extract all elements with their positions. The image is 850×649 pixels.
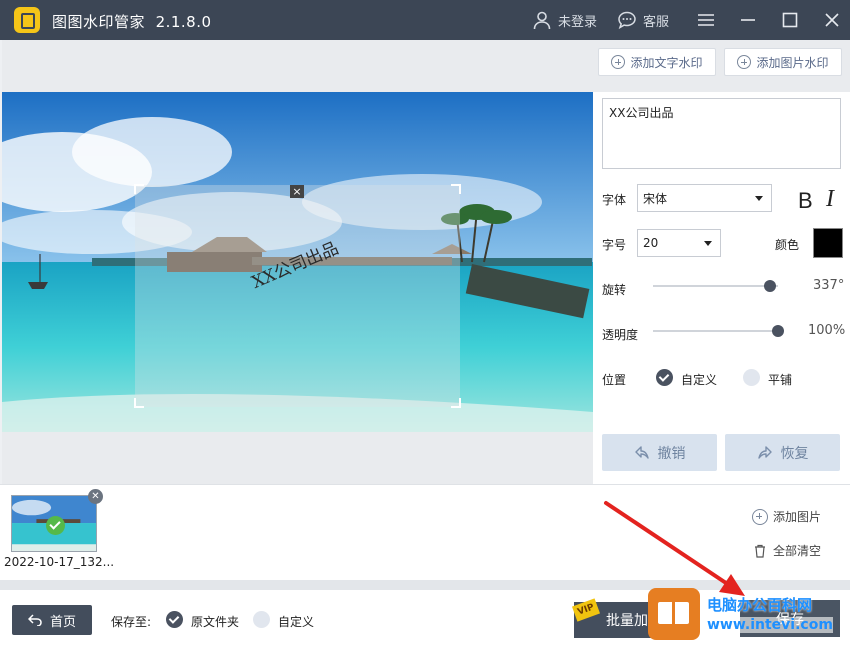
- app-logo-icon: [14, 7, 40, 33]
- rotate-slider[interactable]: [653, 285, 778, 287]
- checked-icon: [46, 516, 65, 535]
- position-custom-radio[interactable]: [656, 369, 673, 386]
- add-image-button[interactable]: 添加图片: [752, 508, 821, 525]
- title-bar: 图图水印管家 2.1.8.0 未登录 客服: [0, 0, 850, 40]
- redo-button[interactable]: 恢复: [725, 434, 840, 471]
- app-name: 图图水印管家: [52, 13, 146, 31]
- resize-handle-top-right[interactable]: [451, 184, 461, 194]
- back-arrow-icon: [27, 614, 42, 626]
- maximize-icon[interactable]: [780, 10, 800, 30]
- login-button[interactable]: 未登录: [532, 9, 597, 31]
- app-title: 图图水印管家 2.1.8.0: [52, 11, 212, 32]
- save-custom-radio[interactable]: [253, 611, 270, 628]
- watermark-close-icon[interactable]: ×: [290, 185, 304, 198]
- rotate-value: 337°: [813, 278, 845, 293]
- save-custom-label: 自定义: [278, 615, 315, 629]
- chat-bubble-icon: [618, 11, 636, 30]
- rotate-slider-knob[interactable]: [764, 280, 776, 292]
- color-picker-swatch[interactable]: [813, 228, 843, 258]
- clear-all-label: 全部清空: [773, 544, 822, 558]
- position-custom-label: 自定义: [681, 373, 718, 387]
- save-original-folder-radio[interactable]: [166, 611, 183, 628]
- chevron-down-icon: [704, 241, 712, 246]
- customer-service-button[interactable]: 客服: [617, 9, 669, 31]
- save-original-folder-label: 原文件夹: [191, 615, 240, 629]
- save-to-label: 保存至:: [111, 615, 152, 629]
- plus-circle-icon: [611, 55, 626, 69]
- redo-label: 恢复: [780, 445, 809, 462]
- watermark-selection-box[interactable]: [134, 184, 461, 408]
- font-select-value: 宋体: [643, 191, 668, 206]
- italic-button[interactable]: I: [826, 186, 834, 213]
- chevron-down-icon: [755, 196, 763, 201]
- undo-icon: [634, 445, 649, 459]
- home-button[interactable]: 首页: [12, 605, 92, 635]
- resize-handle-bottom-left[interactable]: [134, 398, 144, 408]
- undo-label: 撤销: [657, 445, 686, 462]
- batch-label: 批量加: [606, 613, 648, 629]
- bold-button[interactable]: B: [798, 188, 813, 214]
- font-select[interactable]: 宋体: [637, 184, 772, 212]
- position-tile-radio[interactable]: [743, 369, 760, 386]
- undo-button[interactable]: 撤销: [602, 434, 717, 471]
- opacity-label: 透明度: [602, 328, 639, 342]
- service-label: 客服: [643, 14, 670, 30]
- close-icon[interactable]: [822, 10, 842, 30]
- thumbnail-strip: [0, 485, 850, 580]
- add-image-watermark-label: 添加图片水印: [756, 55, 829, 70]
- clear-all-button[interactable]: 全部清空: [753, 542, 821, 559]
- opacity-slider-knob[interactable]: [772, 325, 784, 337]
- size-label: 字号: [602, 238, 627, 252]
- watermark-text-input[interactable]: [602, 98, 841, 169]
- resize-handle-top-left[interactable]: [134, 184, 144, 194]
- resize-handle-bottom-right[interactable]: [451, 398, 461, 408]
- add-text-watermark-button[interactable]: 添加文字水印: [598, 48, 716, 76]
- add-image-watermark-button[interactable]: 添加图片水印: [724, 48, 842, 76]
- font-size-value: 20: [643, 236, 659, 250]
- redo-icon: [757, 445, 772, 459]
- app-version: 2.1.8.0: [155, 13, 212, 31]
- rotate-label: 旋转: [602, 283, 627, 297]
- bottom-separator: [0, 580, 850, 590]
- plus-circle-icon: [737, 55, 752, 69]
- site-name-overlay: 电脑办公百科网: [707, 596, 813, 614]
- color-label: 颜色: [775, 238, 800, 252]
- plus-circle-icon: [752, 508, 768, 525]
- minimize-icon[interactable]: [738, 10, 758, 30]
- add-text-watermark-label: 添加文字水印: [630, 55, 703, 70]
- user-icon: [533, 11, 551, 30]
- site-book-logo-icon: [648, 588, 700, 640]
- home-label: 首页: [49, 614, 76, 630]
- opacity-slider[interactable]: [653, 330, 778, 332]
- opacity-value: 100%: [808, 323, 846, 338]
- font-label: 字体: [602, 193, 627, 207]
- font-size-select[interactable]: 20: [637, 229, 721, 257]
- menu-icon[interactable]: [696, 10, 716, 30]
- add-image-label: 添加图片: [773, 510, 822, 524]
- thumbnail-filename: 2022-10-17_132...: [4, 555, 115, 569]
- site-url-overlay: www.intevi.com: [707, 617, 833, 633]
- remove-thumbnail-icon[interactable]: ✕: [88, 489, 103, 504]
- position-tile-label: 平铺: [768, 373, 793, 387]
- login-label: 未登录: [558, 14, 598, 30]
- trash-icon: [755, 544, 765, 558]
- position-label: 位置: [602, 373, 627, 387]
